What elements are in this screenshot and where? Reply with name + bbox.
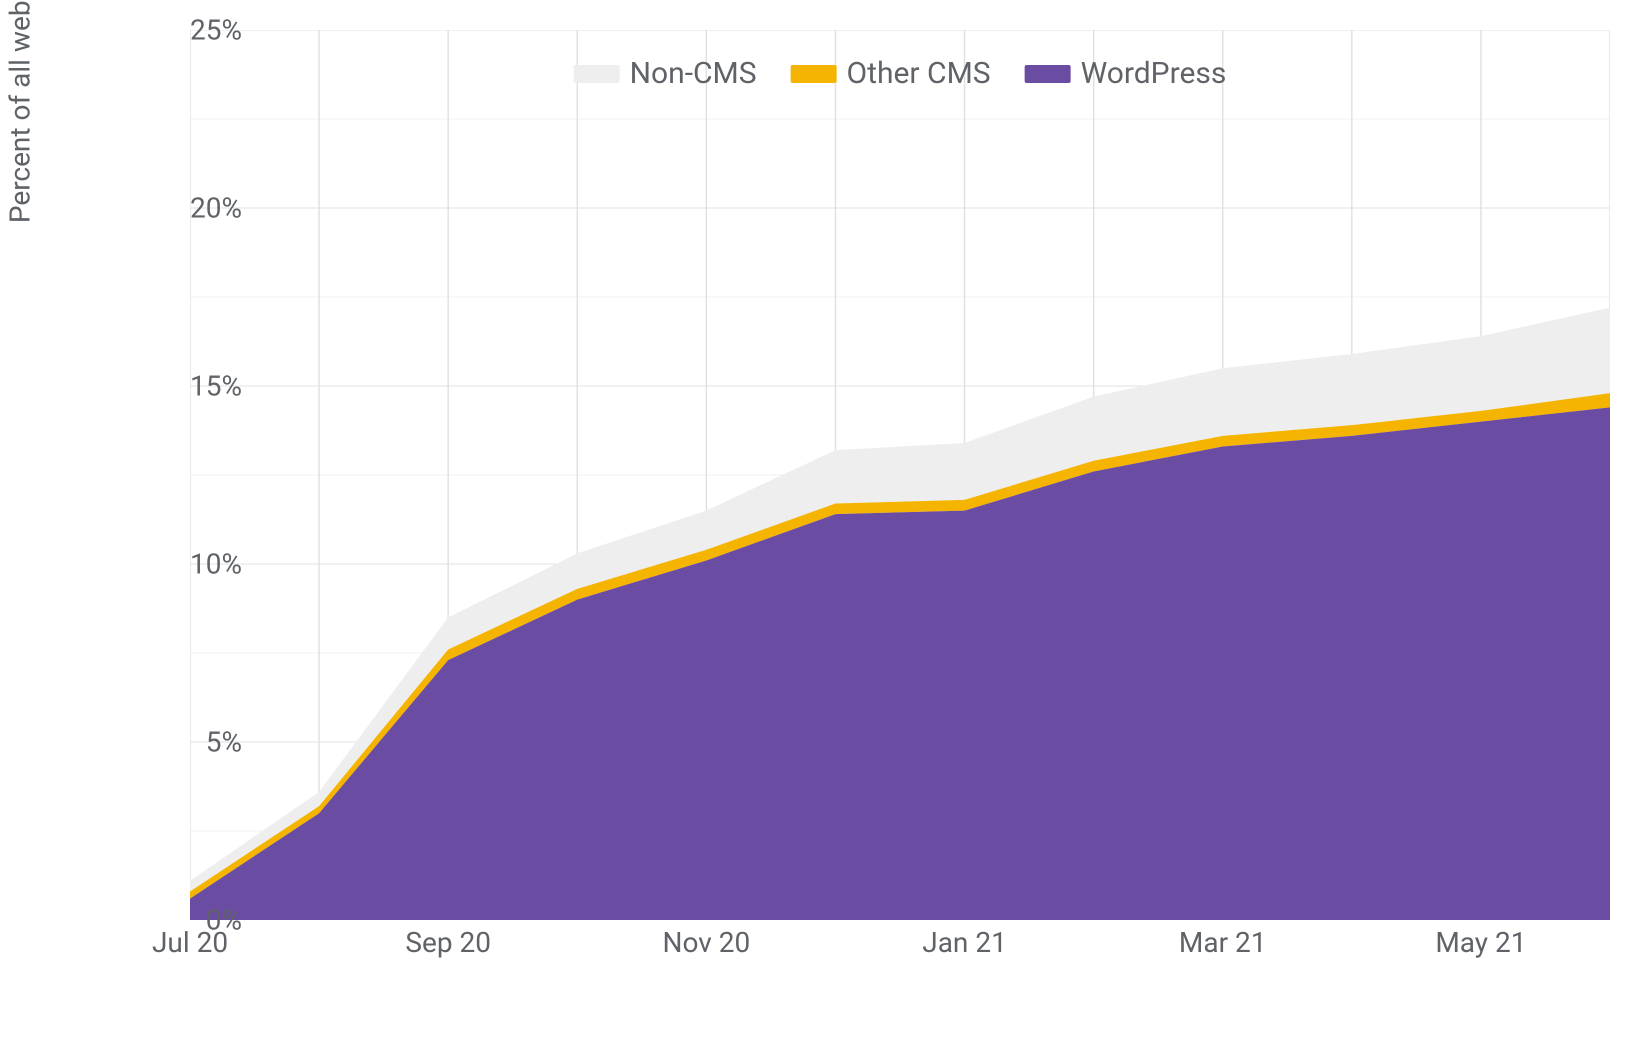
x-tick-label: Nov 20 (663, 926, 751, 959)
legend-item: Non-CMS (574, 56, 757, 91)
legend-swatch (574, 65, 620, 83)
y-tick-label: 20% (190, 192, 250, 225)
x-tick-label: Jan 21 (922, 926, 1007, 959)
x-tick-label: Sep 20 (405, 926, 491, 959)
legend-item: WordPress (1025, 56, 1227, 91)
y-tick-label: 25% (190, 14, 250, 47)
plot-svg (190, 30, 1610, 920)
y-tick-label: 15% (190, 370, 250, 403)
y-axis-label: Percent of all websites that use native … (4, 0, 37, 223)
y-tick-label: 10% (190, 548, 250, 581)
legend: Non-CMS Other CMS WordPress (566, 52, 1235, 95)
chart: Percent of all websites that use native … (20, 20, 1620, 1020)
legend-item: Other CMS (791, 56, 991, 91)
x-tick-label: Mar 21 (1179, 926, 1267, 959)
legend-label: Other CMS (847, 56, 991, 91)
plot-wrap: Non-CMSOther CMSWordPress 0%5%10%15%20%2… (120, 30, 1610, 960)
legend-swatch (1025, 65, 1071, 83)
x-tick-label: Jul 20 (152, 926, 228, 959)
x-tick-label: May 21 (1435, 926, 1526, 959)
plot-area: Non-CMSOther CMSWordPress 0%5%10%15%20%2… (190, 30, 1610, 920)
legend-swatch (791, 65, 837, 83)
y-tick-label: 5% (206, 726, 250, 759)
legend-label: WordPress (1081, 56, 1227, 91)
legend-label: Non-CMS (630, 56, 757, 91)
